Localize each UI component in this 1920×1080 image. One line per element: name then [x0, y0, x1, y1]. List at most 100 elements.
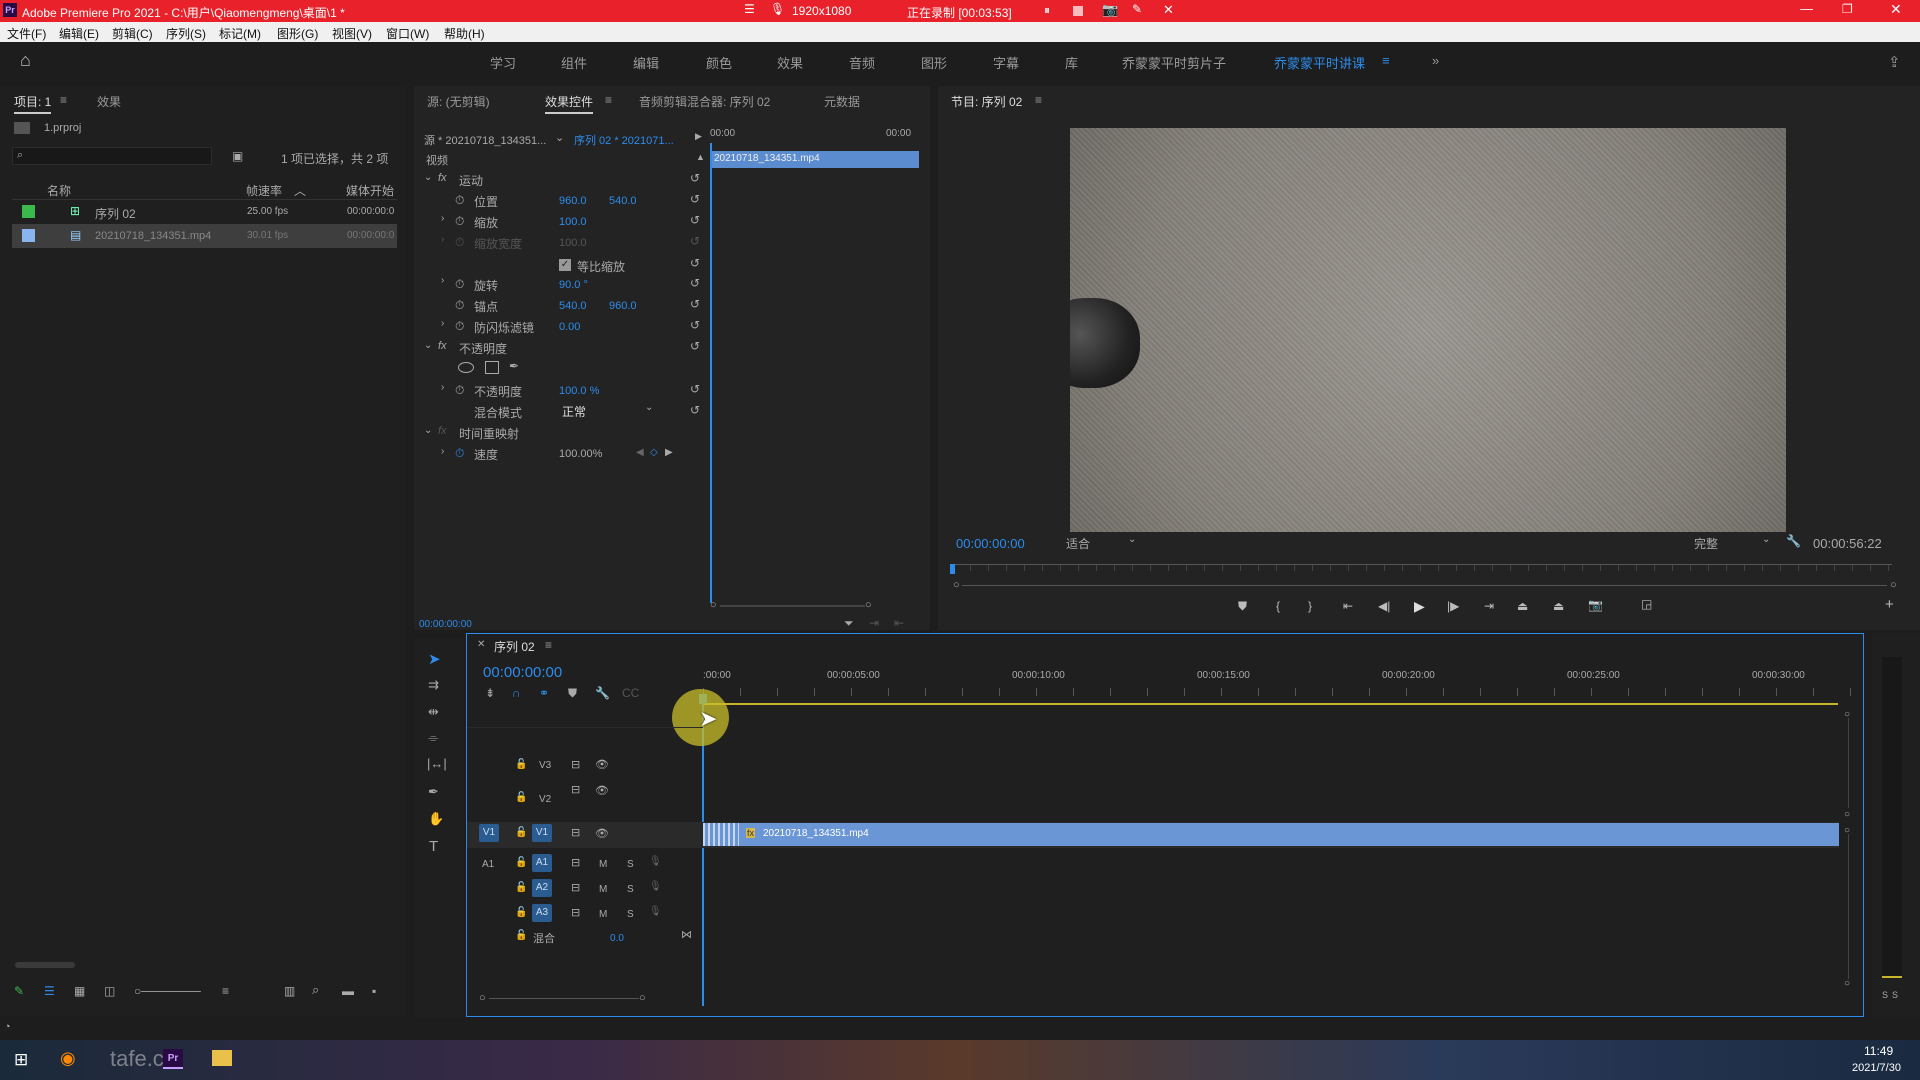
mini-zoom-bar[interactable] — [720, 605, 865, 607]
position-x[interactable]: 960.0 — [559, 195, 587, 207]
quality-select[interactable]: 完整 ⌄ — [1694, 534, 1774, 552]
razor-tool-icon[interactable]: ⌯ — [428, 730, 438, 746]
timeline-zoom-bar[interactable] — [489, 998, 639, 999]
reset-icon[interactable]: ↺ — [690, 403, 700, 417]
restore-icon[interactable]: ❐ — [1842, 2, 1853, 16]
new-bin-icon[interactable]: ▣ — [232, 149, 243, 163]
mini-playhead[interactable] — [710, 143, 712, 603]
workspace-custom-2[interactable]: 乔蒙蒙平时讲课 — [1274, 53, 1365, 72]
tab-project[interactable]: 项目: 1 — [14, 93, 52, 114]
expand-icon[interactable]: › — [441, 213, 444, 224]
expand-icon[interactable]: ⌄ — [424, 172, 432, 183]
program-zoom-bar[interactable] — [962, 585, 1887, 586]
file-explorer-icon[interactable] — [212, 1050, 232, 1066]
menu-icon[interactable]: ☰ — [744, 2, 755, 16]
go-to-out-icon[interactable]: ⇥ — [1484, 599, 1494, 613]
sort-asc-icon[interactable]: ︿ — [294, 182, 306, 199]
menu-marker[interactable]: 标记(M) — [219, 25, 261, 42]
close-tab-icon[interactable]: ✕ — [477, 639, 485, 650]
zoom-handle-left[interactable]: ○ — [479, 992, 486, 1004]
mute-button[interactable]: M — [599, 859, 607, 870]
stopwatch-icon[interactable]: ⏱ — [455, 277, 464, 292]
mark-in-icon[interactable]: { — [1276, 599, 1280, 613]
filter-icon[interactable]: ⏷ — [844, 616, 854, 631]
workspace-assembly[interactable]: 组件 — [561, 53, 587, 72]
stopwatch-icon[interactable]: ⏱ — [455, 298, 464, 313]
time-ruler[interactable]: :00:00 00:00:05:00 00:00:10:00 00:00:15:… — [703, 670, 1863, 690]
workspace-menu-icon[interactable]: ≡ — [1382, 53, 1390, 68]
close-icon[interactable]: ✕ — [1890, 1, 1902, 18]
tab-program[interactable]: 节目: 序列 02 — [951, 93, 1022, 110]
pencil-icon[interactable]: ✎ — [14, 984, 24, 998]
expand-icon[interactable]: › — [441, 318, 444, 329]
source-clip-dropdown[interactable]: 源 * 20210718_134351... — [424, 132, 546, 148]
track-select-icon[interactable]: ⇉ — [428, 677, 439, 693]
pen-mask-icon[interactable]: ✒ — [509, 359, 519, 373]
stopwatch-icon[interactable]: ⏱ — [455, 383, 464, 398]
list-view-icon[interactable]: ☰ — [44, 984, 55, 998]
firefox-icon[interactable]: ◉ — [60, 1048, 76, 1069]
close-recording-icon[interactable]: ✕ — [1163, 2, 1174, 18]
workspace-editing[interactable]: 编辑 — [633, 53, 659, 72]
solo-button[interactable]: S — [627, 859, 634, 870]
find-icon[interactable]: ⌕ — [312, 982, 319, 998]
sync-lock-icon[interactable]: ⊟ — [571, 783, 580, 796]
table-row[interactable]: ▤ 20210718_134351.mp4 30.01 fps 00:00:00… — [12, 224, 397, 248]
go-to-in-icon[interactable]: ⇤ — [1343, 599, 1353, 613]
workspace-libraries[interactable]: 库 — [1065, 53, 1078, 72]
share-icon[interactable]: ⇪ — [1888, 53, 1901, 71]
lock-icon[interactable]: 🔓 — [515, 857, 527, 868]
table-row[interactable]: ⊞ 序列 02 25.00 fps 00:00:00:0 — [12, 200, 397, 224]
menu-window[interactable]: 窗口(W) — [386, 25, 429, 42]
go-to-edit-icon[interactable]: ⋈ — [681, 928, 692, 941]
tab-effects[interactable]: 效果 — [97, 93, 121, 110]
workspace-color[interactable]: 颜色 — [706, 53, 732, 72]
automate-icon[interactable]: ▥ — [284, 984, 295, 998]
anchor-x[interactable]: 540.0 — [559, 300, 587, 312]
stopwatch-icon[interactable]: ⏱ — [455, 193, 464, 208]
stop-icon[interactable] — [1073, 6, 1083, 16]
home-icon[interactable]: ⌂ — [20, 50, 31, 71]
tab-sequence[interactable]: 序列 02 — [494, 638, 535, 655]
sync-lock-icon[interactable]: ⊟ — [571, 826, 580, 839]
menu-graphics[interactable]: 图形(G) — [277, 25, 318, 42]
workspace-captions[interactable]: 字幕 — [993, 53, 1019, 72]
scroll-handle[interactable]: ○ — [1844, 809, 1850, 820]
step-back-icon[interactable]: ◀| — [1378, 599, 1390, 613]
video-preview[interactable] — [1070, 128, 1786, 532]
export-icon[interactable]: ⇥ — [869, 616, 879, 630]
program-tab-menu-icon[interactable]: ≡ — [1035, 93, 1042, 107]
pause-icon[interactable]: ⏸ — [1044, 3, 1050, 18]
voiceover-icon[interactable]: 🎙 — [649, 856, 662, 867]
zoom-fit-select[interactable]: 适合 ⌄ — [1066, 534, 1146, 552]
play-icon[interactable]: ▶ — [1414, 598, 1425, 615]
lock-icon[interactable]: 🔓 — [515, 759, 527, 770]
uniform-scale-checkbox[interactable]: ✓ — [559, 259, 571, 271]
snap-icon[interactable]: ∩ — [512, 686, 521, 700]
comparison-view-icon[interactable]: ◲ — [1641, 597, 1652, 611]
mute-button[interactable]: M — [599, 884, 607, 895]
expand-icon[interactable]: › — [441, 382, 444, 393]
tab-metadata[interactable]: 元数据 — [824, 93, 860, 110]
zoom-handle-right[interactable]: ○ — [865, 599, 872, 611]
minimize-icon[interactable]: — — [1800, 1, 1813, 16]
icon-view-icon[interactable]: ▦ — [74, 984, 85, 998]
reset-icon[interactable]: ↺ — [690, 213, 700, 227]
blend-mode-select[interactable]: 正常 ⌄ — [559, 402, 659, 419]
tab-effect-controls[interactable]: 效果控件 — [545, 93, 594, 114]
new-item-icon[interactable]: ▪ — [372, 984, 376, 998]
expand-icon[interactable]: ⌄ — [424, 340, 432, 351]
stopwatch-icon[interactable]: ⏱ — [455, 319, 464, 334]
new-bin-footer-icon[interactable]: ▬ — [342, 984, 354, 998]
sync-lock-icon[interactable]: ⊟ — [571, 758, 580, 771]
button-editor-icon[interactable]: + — [1885, 596, 1894, 613]
eye-icon[interactable]: 👁 — [595, 827, 609, 840]
workspace-custom-1[interactable]: 乔蒙蒙平时剪片子 — [1122, 53, 1226, 72]
hand-tool-icon[interactable]: ✋ — [428, 811, 444, 827]
chevron-down-icon[interactable]: ⌄ — [555, 131, 564, 144]
timeline-timecode[interactable]: 00:00:00:00 — [483, 664, 562, 681]
expand-icon[interactable]: › — [441, 275, 444, 286]
program-playhead[interactable] — [950, 564, 955, 574]
source-patch-v1[interactable]: V1 — [479, 824, 499, 842]
step-forward-icon[interactable]: |▶ — [1447, 599, 1459, 613]
